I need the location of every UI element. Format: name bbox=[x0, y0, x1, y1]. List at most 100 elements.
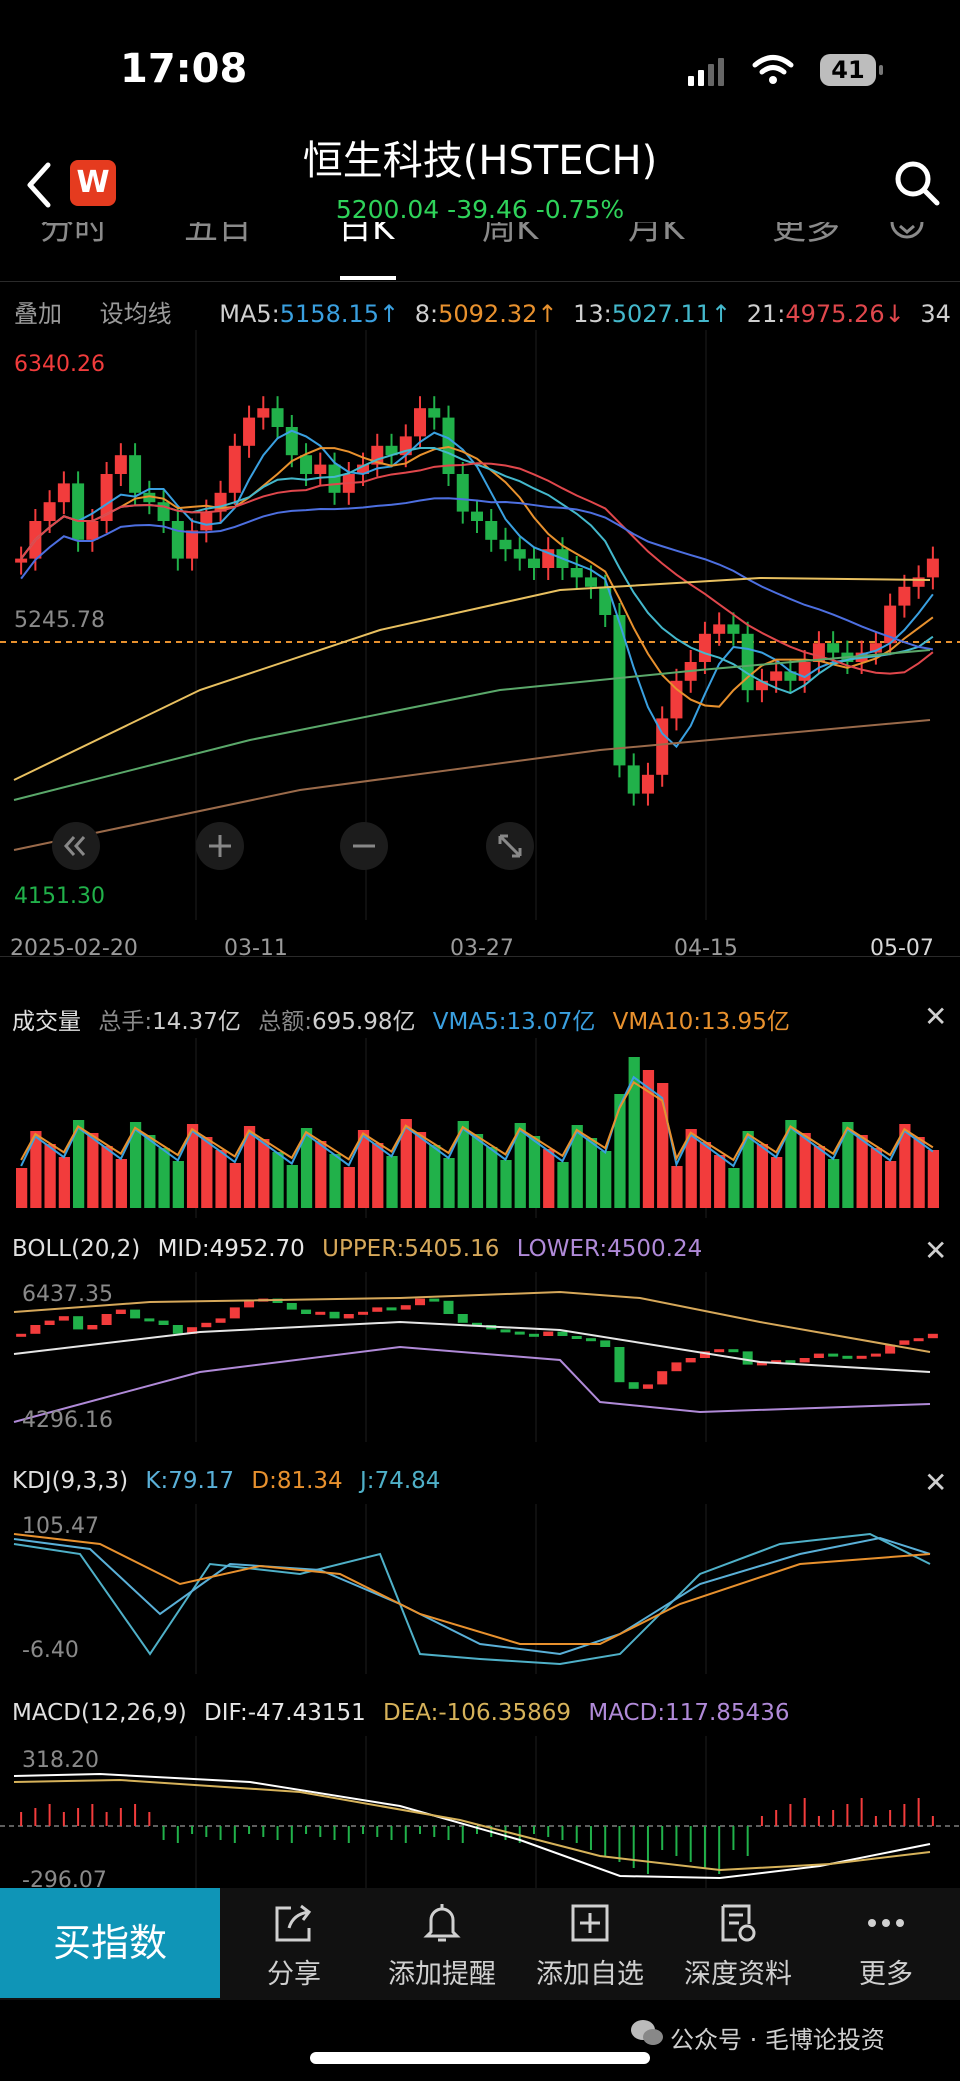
candle-body bbox=[428, 408, 441, 418]
tab-daily-k[interactable]: 日K bbox=[338, 222, 394, 249]
date-label-end: 05-07 bbox=[870, 936, 934, 961]
candle-body bbox=[627, 765, 640, 794]
ma34-legend: 34 bbox=[920, 300, 951, 328]
cellular-signal-icon bbox=[688, 58, 724, 86]
date-label-mar27: 03-27 bbox=[450, 936, 514, 961]
volume-bar bbox=[856, 1135, 868, 1208]
candlestick-chart[interactable] bbox=[0, 330, 960, 950]
boll-header: BOLL(20,2) MID:4952.70 UPPER:5405.16 LOW… bbox=[12, 1236, 712, 1262]
ma13-line bbox=[20, 446, 934, 695]
candle-body bbox=[499, 539, 512, 550]
volume-bar bbox=[172, 1161, 184, 1208]
buy-index-button[interactable]: 买指数 bbox=[0, 1888, 220, 1998]
ma-legend-bar: 叠加 设均线 MA5:5158.15↑ 8:5092.32↑ 13:5027.1… bbox=[14, 294, 959, 330]
current-price: 5200.04 bbox=[335, 195, 440, 224]
candle-body bbox=[670, 680, 683, 719]
more-button[interactable]: 更多 bbox=[812, 1900, 960, 1991]
boll-candle bbox=[73, 1316, 84, 1330]
volume-bar bbox=[286, 1165, 298, 1208]
candle-body bbox=[584, 577, 597, 587]
volume-bar bbox=[201, 1137, 213, 1208]
volume-bar bbox=[799, 1133, 811, 1208]
boll-candle bbox=[301, 1309, 312, 1314]
tab-monthly-k[interactable]: 月K bbox=[628, 222, 684, 249]
status-bar: 17:08 41 bbox=[0, 0, 960, 140]
volume-bar bbox=[913, 1137, 925, 1208]
price-quote: 5200.04 -39.46 -0.75% bbox=[0, 195, 960, 224]
boll-candle bbox=[528, 1333, 539, 1337]
tab-settings-icon[interactable] bbox=[890, 222, 924, 248]
boll-candle bbox=[714, 1349, 725, 1353]
add-watchlist-button[interactable]: 添加自选 bbox=[516, 1900, 664, 1991]
kdj-d: D:81.34 bbox=[251, 1468, 343, 1494]
volume-bar bbox=[158, 1148, 170, 1208]
ma144-line bbox=[13, 719, 931, 851]
total-hands: 总手:14.37亿 bbox=[98, 1009, 241, 1035]
candle-body bbox=[527, 558, 540, 568]
boll-candle bbox=[144, 1318, 155, 1322]
close-kdj-panel-button[interactable]: ✕ bbox=[924, 1466, 947, 1499]
boll-candle bbox=[58, 1316, 69, 1321]
set-ma-button[interactable]: 设均线 bbox=[100, 300, 172, 328]
add-alert-button[interactable]: 添加提醒 bbox=[368, 1900, 516, 1991]
boll-candle bbox=[628, 1382, 639, 1389]
boll-candle bbox=[386, 1307, 397, 1311]
volume-bar bbox=[329, 1154, 341, 1208]
macd-title: MACD(12,26,9) bbox=[12, 1700, 187, 1726]
wechat-icon bbox=[631, 2020, 663, 2045]
kdj-low-label: -6.40 bbox=[22, 1638, 79, 1663]
fullscreen-button[interactable] bbox=[486, 822, 534, 870]
deep-data-button[interactable]: 深度资料 bbox=[664, 1900, 812, 1991]
overlay-button[interactable]: 叠加 bbox=[14, 300, 62, 328]
boll-candle bbox=[600, 1340, 611, 1347]
boll-candle bbox=[329, 1311, 340, 1319]
main-low-label: 4151.30 bbox=[14, 884, 105, 909]
expand-arrows-icon bbox=[498, 834, 522, 858]
zoom-in-button[interactable] bbox=[196, 822, 244, 870]
candle-body bbox=[157, 502, 170, 521]
main-high-label: 6340.26 bbox=[14, 352, 105, 377]
macd-value: MACD:117.85436 bbox=[588, 1700, 790, 1726]
boll-title: BOLL(20,2) bbox=[12, 1236, 141, 1262]
main-chart-divider bbox=[0, 956, 960, 957]
search-icon[interactable] bbox=[892, 158, 942, 208]
boll-candle bbox=[657, 1371, 668, 1385]
candle-body bbox=[570, 568, 583, 578]
close-volume-panel-button[interactable]: ✕ bbox=[924, 1000, 947, 1033]
kdj-j: J:74.84 bbox=[360, 1468, 441, 1494]
kdj-chart bbox=[13, 1504, 931, 1674]
close-boll-panel-button[interactable]: ✕ bbox=[924, 1234, 947, 1267]
tab-five-day[interactable]: 五日 bbox=[184, 222, 252, 249]
tab-more[interactable]: 更多 bbox=[772, 222, 840, 249]
macd-chart bbox=[0, 1736, 960, 1888]
volume-bar bbox=[372, 1143, 384, 1208]
tab-weekly-k[interactable]: 周K bbox=[482, 222, 538, 249]
candle-body bbox=[698, 633, 711, 662]
boll-candle bbox=[457, 1314, 468, 1323]
tab-intraday[interactable]: 分时 bbox=[40, 222, 108, 249]
boll-candle bbox=[813, 1353, 824, 1358]
zoom-out-button[interactable] bbox=[340, 822, 388, 870]
scroll-left-button[interactable] bbox=[52, 822, 100, 870]
add-watchlist-label: 添加自选 bbox=[536, 1959, 644, 1990]
share-button[interactable]: 分享 bbox=[220, 1900, 368, 1991]
candle-body bbox=[456, 474, 469, 512]
candle-body bbox=[129, 455, 142, 493]
volume-bar bbox=[16, 1168, 28, 1208]
candle-body bbox=[898, 586, 911, 606]
tabs-divider bbox=[0, 281, 960, 282]
candle-body bbox=[243, 417, 256, 446]
candle-body bbox=[513, 549, 526, 559]
candle-body bbox=[271, 408, 284, 427]
candle-body bbox=[15, 558, 28, 563]
volume-bar bbox=[927, 1150, 939, 1208]
boll-candle bbox=[101, 1314, 112, 1325]
date-label-apr15: 04-15 bbox=[674, 936, 738, 961]
page-title: 恒生科技(HSTECH) bbox=[302, 138, 658, 184]
macd-dif: DIF:-47.43151 bbox=[204, 1700, 366, 1726]
volume-bar bbox=[714, 1155, 726, 1208]
price-change: -39.46 bbox=[447, 195, 528, 224]
volume-bar bbox=[885, 1161, 897, 1208]
volume-bar bbox=[144, 1135, 156, 1208]
ma5-line bbox=[20, 429, 934, 749]
